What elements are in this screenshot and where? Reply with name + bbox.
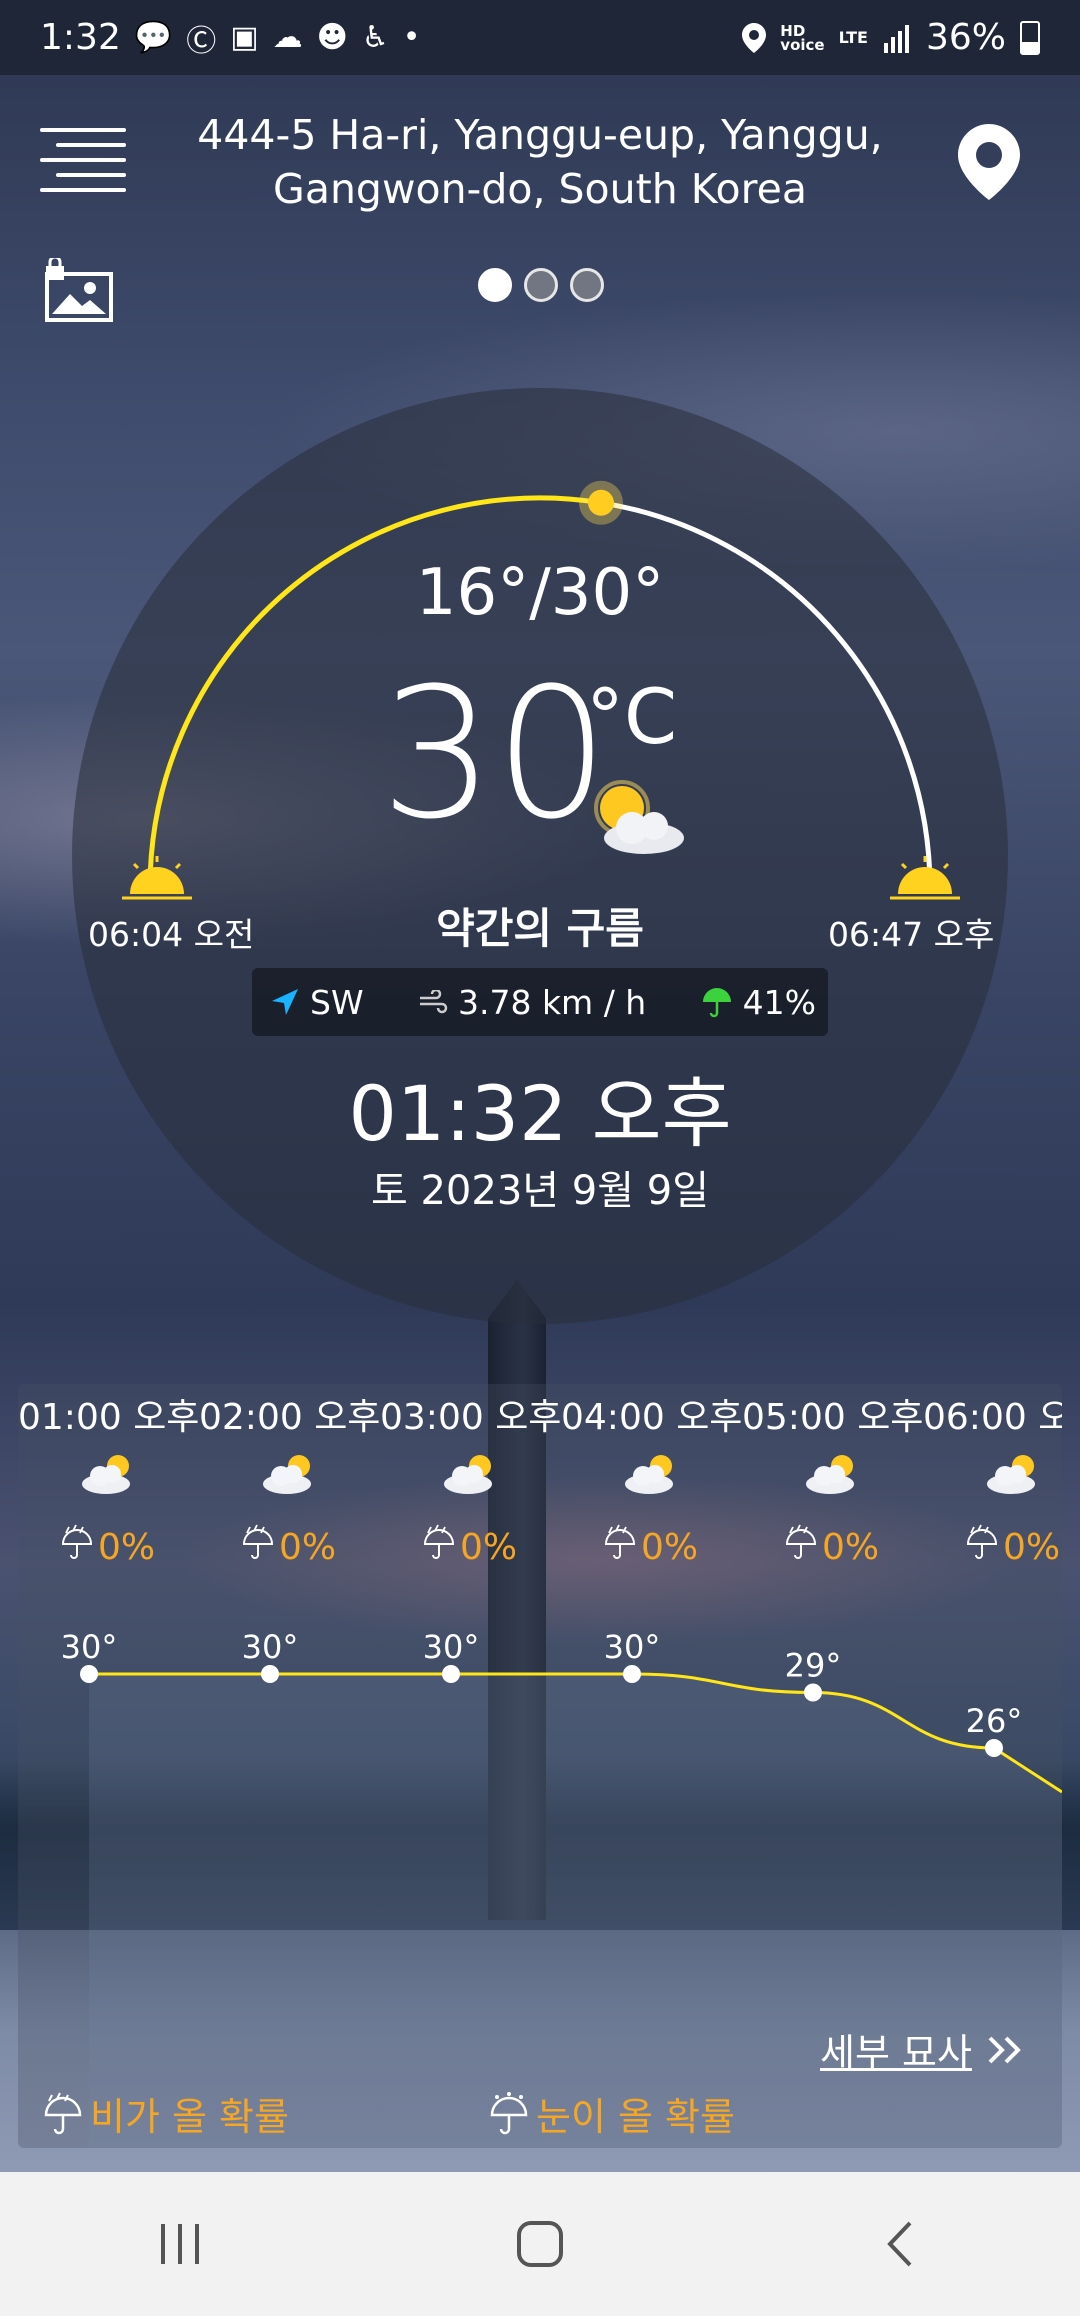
wind-speed-icon — [419, 990, 448, 1014]
wind-info-bar: SW 3.78 km / h 41% — [252, 968, 828, 1036]
wind-direction: SW — [270, 983, 364, 1022]
temperature-point — [442, 1665, 460, 1683]
temperature-point — [261, 1665, 279, 1683]
wind-direction-label: SW — [310, 982, 364, 1022]
temperature-point-label: 26° — [966, 1702, 1023, 1740]
double-chevron-right-icon — [988, 2036, 1021, 2063]
sunrise-time: 06:04 오전 — [88, 915, 255, 954]
home-button[interactable] — [480, 2199, 600, 2289]
current-time: 01:32 오후 — [348, 1069, 732, 1158]
system-nav-bar — [0, 2172, 1080, 2316]
temperature-point — [804, 1683, 822, 1702]
temperature-point-label: 30° — [242, 1628, 299, 1666]
rain-probability-legend: 비가 올 확률 — [42, 2086, 289, 2141]
temperature-point — [985, 1739, 1003, 1757]
weather-condition: 약간의 구름 — [436, 904, 644, 953]
sunset-time: 06:47 오후 — [828, 915, 995, 954]
temperature-point — [623, 1665, 641, 1683]
temperature-point — [80, 1665, 98, 1683]
temperature-point-label: 30° — [61, 1628, 118, 1666]
temperature-point-label: 29° — [785, 1647, 842, 1685]
recent-apps-icon — [161, 2224, 199, 2264]
umbrella-icon — [702, 988, 731, 1018]
recent-apps-button[interactable] — [120, 2199, 240, 2289]
temperature-point-label: 30° — [423, 1628, 480, 1666]
temperature-point-label: 30° — [604, 1628, 661, 1666]
rain-umbrella-icon — [44, 2092, 82, 2134]
details-link[interactable]: 세부 묘사 — [820, 2022, 1026, 2077]
back-icon — [887, 2221, 912, 2267]
current-temperature: 30 — [380, 650, 610, 859]
humidity-label: 41% — [742, 982, 816, 1022]
wind-speed-label: 3.78 km / h — [457, 982, 647, 1022]
wind-speed: 3.78 km / h — [418, 983, 646, 1022]
temperature-unit: °C — [586, 672, 678, 761]
details-label: 세부 묘사 — [820, 2031, 972, 2075]
home-icon — [517, 2221, 563, 2267]
min-max-temperature: 16°/30° — [415, 556, 665, 630]
back-button[interactable] — [840, 2199, 960, 2289]
current-date: 토 2023년 9월 9일 — [370, 1168, 710, 1214]
sunset-icon — [890, 856, 960, 900]
wind-direction-icon — [272, 989, 298, 1015]
snow-umbrella-icon — [490, 2091, 528, 2134]
hourly-forecast-panel[interactable]: 01:00 오후 02:00 오후 03:00 오후 04:00 오후 05:0… — [18, 1384, 1062, 2148]
partly-cloudy-icon — [594, 780, 684, 854]
sunrise-icon — [122, 856, 192, 900]
humidity: 41% — [701, 983, 816, 1022]
snow-probability-legend: 눈이 올 확률 — [488, 2086, 735, 2141]
sun-position-icon — [579, 480, 623, 525]
